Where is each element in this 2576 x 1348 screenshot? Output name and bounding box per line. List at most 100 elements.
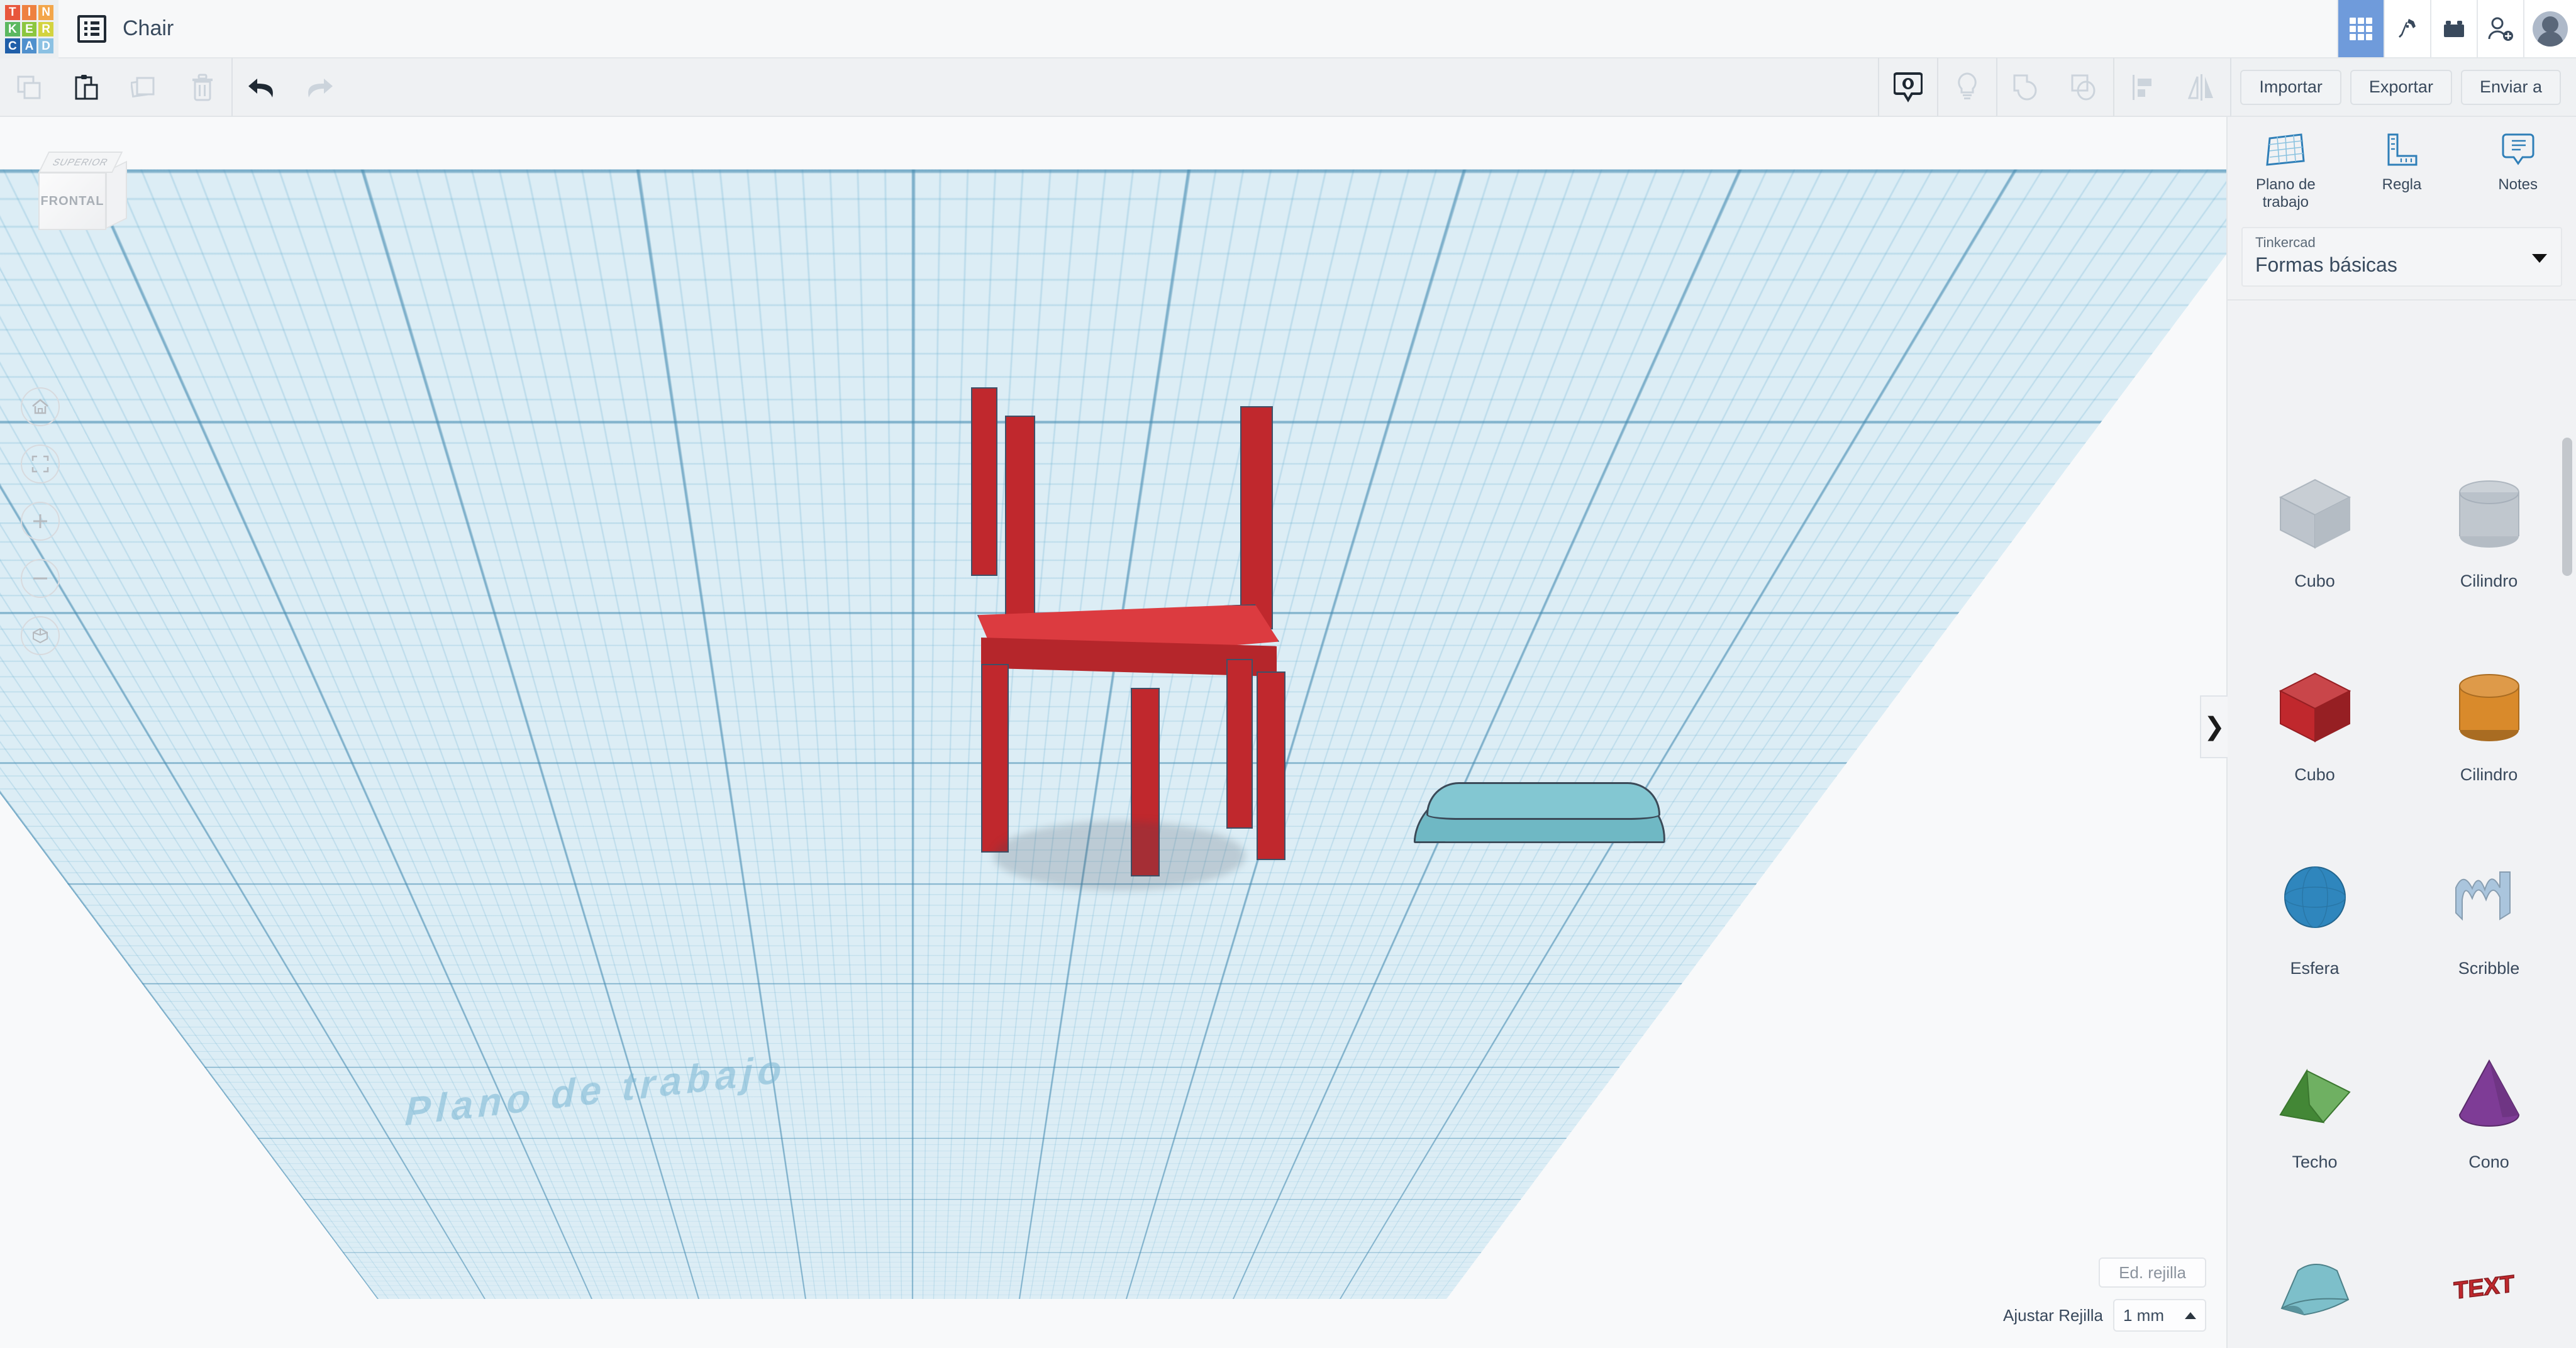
shape-item-sphere-shape[interactable]: Esfera bbox=[2228, 819, 2402, 1012]
zoom-out-button[interactable] bbox=[21, 559, 60, 598]
duplicate-glyph bbox=[131, 77, 155, 97]
chair-shadow bbox=[994, 821, 1245, 890]
delete-icon[interactable] bbox=[174, 58, 231, 116]
shape-grid: Cubo Cilindro Cubo Cilindro Esfera Scrib… bbox=[2228, 431, 2576, 1348]
shape-item-scribble-shape[interactable]: Scribble bbox=[2402, 819, 2576, 1012]
panel-scroll-thumb[interactable] bbox=[2562, 438, 2572, 576]
workplane-tool-label: Plano de trabajo bbox=[2255, 176, 2316, 211]
group-icon[interactable] bbox=[1997, 58, 2055, 116]
caret-up-icon bbox=[2185, 1312, 2196, 1319]
sphere-shape-icon bbox=[2268, 853, 2362, 947]
curved-roof-top-face bbox=[1426, 782, 1660, 820]
shape-label: Cubo bbox=[2294, 765, 2335, 784]
home-view-button[interactable] bbox=[21, 387, 60, 426]
ruler-tool[interactable]: Regla bbox=[2344, 131, 2460, 212]
send-to-button[interactable]: Enviar a bbox=[2460, 69, 2561, 105]
redo-icon[interactable] bbox=[291, 58, 348, 116]
shape-label: Cilindro bbox=[2460, 571, 2518, 590]
export-button[interactable]: Exportar bbox=[2350, 69, 2452, 105]
panel-scrollbar[interactable] bbox=[2562, 438, 2572, 1337]
user-avatar[interactable] bbox=[2523, 0, 2576, 57]
grid-snap-row: Ajustar Rejilla 1 mm bbox=[2003, 1299, 2206, 1332]
lego-brick-icon[interactable] bbox=[2430, 0, 2477, 57]
mirror-glyph bbox=[2188, 74, 2214, 101]
align-icon[interactable] bbox=[2114, 58, 2172, 116]
align-glyph bbox=[2133, 74, 2152, 100]
notes-tool[interactable]: Notes bbox=[2460, 131, 2576, 212]
perspective-toggle-button[interactable] bbox=[21, 616, 60, 655]
add-user-icon[interactable] bbox=[2477, 0, 2523, 57]
minus-icon bbox=[33, 577, 47, 580]
shape-item-cube-hole-shape[interactable]: Cubo bbox=[2228, 431, 2402, 625]
curved-roof-shape-icon bbox=[2268, 1240, 2362, 1335]
shape-item-cylinder-shape[interactable]: Cilindro bbox=[2402, 625, 2576, 819]
chair-model[interactable] bbox=[956, 387, 1396, 966]
copy-icon[interactable] bbox=[0, 58, 58, 116]
plus-icon bbox=[33, 514, 47, 528]
svg-text:TEXT: TEXT bbox=[2453, 1271, 2514, 1305]
paste-icon[interactable] bbox=[58, 58, 116, 116]
shape-item-cube-shape[interactable]: Cubo bbox=[2228, 625, 2402, 819]
pickaxe-glyph bbox=[2399, 18, 2416, 38]
undo-icon[interactable] bbox=[233, 58, 291, 116]
lightbulb-icon[interactable] bbox=[1938, 58, 1996, 116]
import-button[interactable]: Importar bbox=[2240, 69, 2341, 105]
panel-collapse-handle[interactable]: ❯ bbox=[2200, 695, 2228, 758]
view-navigation bbox=[21, 387, 60, 655]
shape-label: Cono bbox=[2468, 1152, 2509, 1171]
zoom-in-button[interactable] bbox=[21, 502, 60, 541]
snap-grid-select[interactable]: 1 mm bbox=[2113, 1299, 2206, 1332]
logo-tile-r: R bbox=[38, 21, 53, 37]
shape-item-curved-roof-shape[interactable]: Techo curvo bbox=[2228, 1206, 2402, 1348]
pickaxe-icon[interactable] bbox=[2384, 0, 2430, 57]
edit-grid-button[interactable]: Ed. rejilla bbox=[2099, 1257, 2206, 1288]
page-title[interactable]: Chair bbox=[123, 16, 174, 41]
cylinder-hole-shape-icon bbox=[2442, 466, 2536, 560]
grid-apps-icon[interactable] bbox=[2337, 0, 2384, 57]
logo-tile-c: C bbox=[5, 38, 20, 53]
home-icon bbox=[32, 399, 48, 414]
3d-canvas[interactable]: Plano de trabajo SUPERIOR FRONTAL Ed. re… bbox=[0, 117, 2226, 1348]
shape-item-roof-shape[interactable]: Techo bbox=[2228, 1012, 2402, 1206]
top-bar: TIN KER CAD Chair bbox=[0, 0, 2576, 58]
scribble-shape-icon bbox=[2442, 853, 2536, 947]
snap-grid-value: 1 mm bbox=[2123, 1305, 2164, 1325]
shape-library-dropdown[interactable]: Tinkercad Formas básicas bbox=[2241, 226, 2562, 287]
ungroup-icon[interactable] bbox=[2055, 58, 2113, 116]
notes-tool-label: Notes bbox=[2498, 176, 2538, 193]
workplane-tool[interactable]: Plano de trabajo bbox=[2228, 131, 2344, 212]
panel-divider bbox=[2228, 299, 2576, 301]
chair-back-post-right bbox=[1240, 406, 1273, 629]
redo-glyph bbox=[308, 78, 333, 97]
shape-item-text-shape[interactable]: TEXT Texto bbox=[2402, 1206, 2576, 1348]
edit-toolbar: Importar Exportar Enviar a bbox=[0, 58, 2576, 117]
cone-shape-icon bbox=[2442, 1047, 2536, 1141]
shape-label: Cubo bbox=[2294, 571, 2335, 590]
logo-tile-d: D bbox=[38, 38, 53, 53]
chair-leg-front-left bbox=[981, 664, 1009, 853]
fit-to-view-button[interactable] bbox=[21, 445, 60, 483]
tinkercad-logo[interactable]: TIN KER CAD bbox=[0, 0, 58, 58]
cylinder-shape-icon bbox=[2442, 660, 2536, 754]
text-shape-icon: TEXT bbox=[2442, 1240, 2536, 1335]
view-cube-front-face[interactable]: FRONTAL bbox=[38, 172, 106, 230]
shape-label: Scribble bbox=[2458, 958, 2520, 978]
list-icon[interactable] bbox=[77, 14, 106, 43]
ungroup-glyph bbox=[2071, 74, 2096, 100]
logo-tile-i: I bbox=[21, 5, 37, 20]
shape-item-cylinder-hole-shape[interactable]: Cilindro bbox=[2402, 431, 2576, 625]
shape-label: Esfera bbox=[2290, 958, 2340, 978]
group-glyph bbox=[2013, 74, 2037, 100]
shape-item-cone-shape[interactable]: Cono bbox=[2402, 1012, 2576, 1206]
toolbar-divider bbox=[2230, 58, 2232, 116]
note-pin-icon[interactable] bbox=[1879, 58, 1937, 116]
perspective-icon bbox=[33, 627, 48, 644]
grid-controls: Ed. rejilla Ajustar Rejilla 1 mm bbox=[2003, 1257, 2206, 1332]
title-zone: Chair bbox=[58, 0, 174, 57]
view-cube[interactable]: SUPERIOR FRONTAL bbox=[35, 152, 135, 233]
duplicate-icon[interactable] bbox=[116, 58, 174, 116]
view-cube-top-face[interactable]: SUPERIOR bbox=[38, 152, 123, 173]
mirror-icon[interactable] bbox=[2172, 58, 2230, 116]
panel-tool-row: Plano de trabajo Regla Notes bbox=[2228, 117, 2576, 217]
library-source-label: Tinkercad bbox=[2255, 234, 2316, 250]
